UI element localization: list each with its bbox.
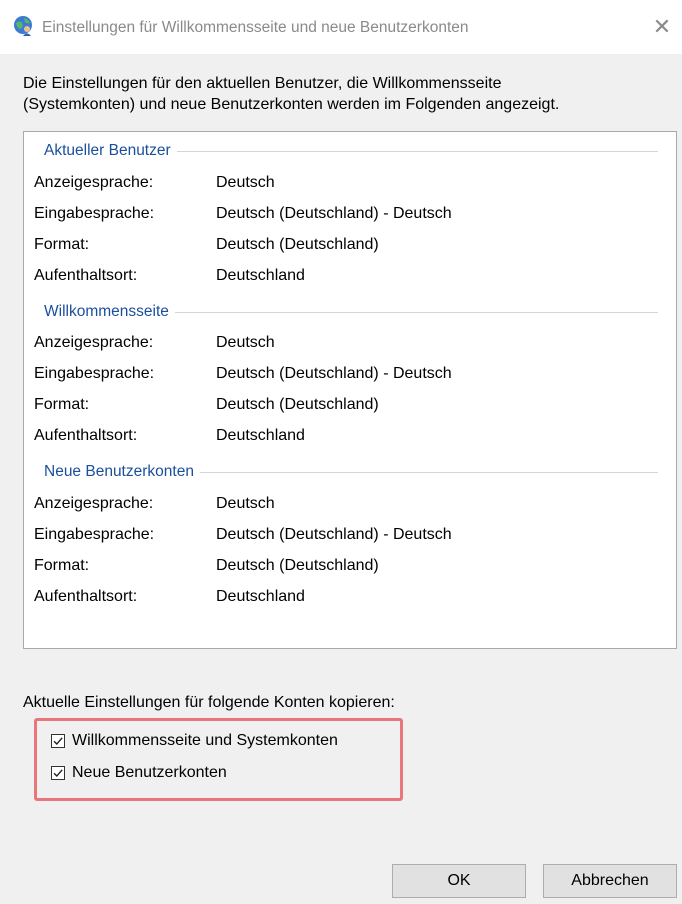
section-header-current-user: Aktueller Benutzer bbox=[44, 140, 658, 162]
setting-value: Deutschland bbox=[216, 267, 305, 284]
description-line: Die Einstellungen für den aktuellen Benu… bbox=[23, 75, 502, 92]
setting-value: Deutsch bbox=[216, 334, 275, 351]
setting-value: Deutsch (Deutschland) - Deutsch bbox=[216, 205, 452, 222]
section-title: Willkommensseite bbox=[44, 301, 175, 323]
setting-value: Deutsch (Deutschland) bbox=[216, 236, 379, 253]
section-header-new-accounts: Neue Benutzerkonten bbox=[44, 461, 658, 483]
setting-key: Eingabesprache: bbox=[34, 365, 155, 382]
setting-key: Aufenthaltsort: bbox=[34, 267, 138, 284]
checkmark-icon bbox=[53, 737, 63, 746]
setting-value: Deutsch (Deutschland) bbox=[216, 396, 379, 413]
section-header-welcome-screen: Willkommensseite bbox=[44, 301, 658, 323]
section-title: Aktueller Benutzer bbox=[44, 140, 177, 162]
setting-key: Eingabesprache: bbox=[34, 205, 155, 222]
title-bar: Einstellungen für Willkommensseite und n… bbox=[0, 0, 682, 54]
globe-user-icon bbox=[14, 16, 32, 36]
setting-key: Anzeigesprache: bbox=[34, 495, 154, 512]
checkbox-new-user-accounts[interactable]: Neue Benutzerkonten bbox=[51, 762, 227, 784]
setting-key: Anzeigesprache: bbox=[34, 174, 154, 191]
setting-key: Format: bbox=[34, 557, 90, 574]
setting-key: Eingabesprache: bbox=[34, 526, 155, 543]
setting-value: Deutsch (Deutschland) - Deutsch bbox=[216, 526, 452, 543]
description: Die Einstellungen für den aktuellen Benu… bbox=[23, 73, 663, 115]
checkbox[interactable] bbox=[51, 734, 65, 748]
ok-button[interactable]: OK bbox=[392, 864, 526, 898]
setting-value: Deutschland bbox=[216, 427, 305, 444]
checkbox-label: Neue Benutzerkonten bbox=[72, 764, 227, 781]
checkmark-icon bbox=[53, 769, 63, 778]
section-title: Neue Benutzerkonten bbox=[44, 461, 200, 483]
setting-value: Deutsch (Deutschland) bbox=[216, 557, 379, 574]
cancel-button[interactable]: Abbrechen bbox=[543, 864, 677, 898]
settings-panel: Aktueller Benutzer Anzeigesprache: Deuts… bbox=[23, 131, 677, 649]
checkbox-welcome-system-accounts[interactable]: Willkommensseite und Systemkonten bbox=[51, 730, 338, 752]
setting-key: Aufenthaltsort: bbox=[34, 588, 138, 605]
setting-key: Aufenthaltsort: bbox=[34, 427, 138, 444]
setting-key: Format: bbox=[34, 396, 90, 413]
setting-value: Deutsch bbox=[216, 174, 275, 191]
setting-value: Deutschland bbox=[216, 588, 305, 605]
setting-key: Format: bbox=[34, 236, 90, 253]
checkbox[interactable] bbox=[51, 766, 65, 780]
copy-settings-label: Aktuelle Einstellungen für folgende Kont… bbox=[23, 694, 395, 711]
setting-key: Anzeigesprache: bbox=[34, 334, 154, 351]
window-title: Einstellungen für Willkommensseite und n… bbox=[42, 19, 469, 36]
setting-value: Deutsch bbox=[216, 495, 275, 512]
description-line: (Systemkonten) und neue Benutzerkonten w… bbox=[23, 96, 560, 113]
checkbox-label: Willkommensseite und Systemkonten bbox=[72, 732, 338, 749]
close-icon[interactable]: ✕ bbox=[648, 14, 676, 42]
setting-value: Deutsch (Deutschland) - Deutsch bbox=[216, 365, 452, 382]
